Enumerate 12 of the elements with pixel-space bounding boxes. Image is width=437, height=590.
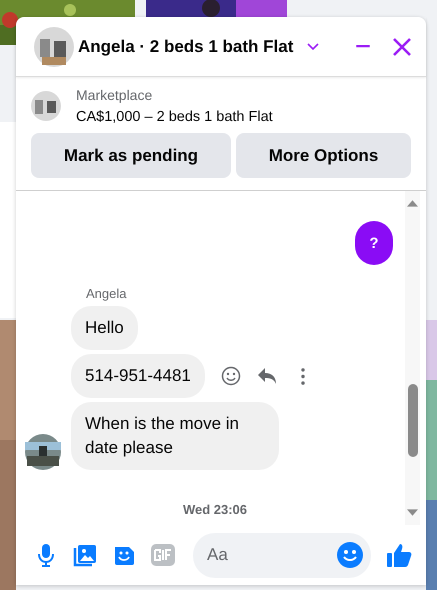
message-bubble: Hello — [71, 306, 138, 350]
sender-name: Angela — [86, 286, 128, 301]
action-button[interactable]: Mark as pending — [31, 133, 231, 178]
timestamp: Wed 23:06 — [182, 502, 248, 517]
message-field[interactable]: Aa — [193, 532, 371, 578]
action-button[interactable]: More Options — [236, 133, 411, 178]
chat-title[interactable]: Angela · 2 beds 1 bath Flat — [78, 36, 294, 56]
listing-title[interactable]: CA$1,000 – 2 beds 1 bath Flat — [76, 109, 273, 125]
message-bubble: 514-951-4481 — [71, 354, 205, 398]
listing-source: Marketplace — [76, 87, 154, 103]
message-bubble: ? — [355, 221, 393, 265]
message-bubble: When is the move in date please — [71, 402, 279, 470]
